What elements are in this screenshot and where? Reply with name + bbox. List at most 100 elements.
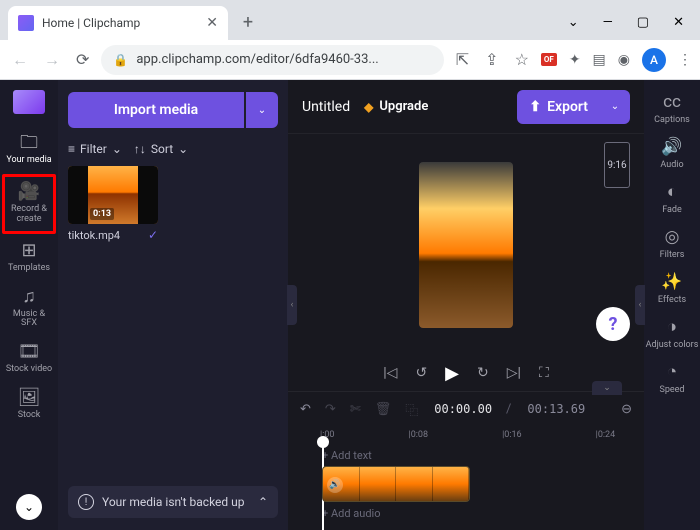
timeline: ↶ ↷ ✄ 🗑 ⿻ 00:00.00 / 00:13.69 ⊖ |:00 |0:… (288, 391, 644, 530)
lock-icon: 🔒 (113, 53, 128, 67)
sort-button[interactable]: ↑↓Sort⌄ (134, 142, 188, 156)
chevron-down-icon: ⌄ (178, 142, 188, 156)
filter-button[interactable]: ≡Filter⌄ (68, 142, 122, 156)
export-button[interactable]: ⬆ Export (517, 90, 600, 124)
tool-audio[interactable]: 🔊Audio (660, 137, 683, 170)
tool-fade[interactable]: ◐Fade (662, 182, 682, 215)
install-app-icon[interactable]: ⇱ (452, 46, 473, 73)
chrome-tab-strip: Home | Clipchamp ✕ + ⌄ — ▢ ✕ (0, 0, 700, 40)
upgrade-button[interactable]: ◆ Upgrade (364, 99, 428, 114)
delete-icon[interactable]: 🗑 (375, 402, 392, 417)
forward-icon[interactable]: → (40, 46, 64, 74)
undo-icon[interactable]: ↶ (300, 402, 311, 417)
tool-effects[interactable]: ✨Effects (658, 272, 686, 305)
adjust-icon: ◑ (667, 317, 677, 337)
new-tab-button[interactable]: + (234, 8, 262, 36)
clip-thumbnail: 0:13 (68, 166, 158, 224)
split-icon[interactable]: ✄ (350, 402, 361, 417)
minimize-icon[interactable]: — (603, 15, 613, 30)
aspect-ratio-button[interactable]: 9:16 (604, 142, 630, 188)
skip-end-icon[interactable]: ▷| (507, 365, 521, 381)
tab-close-icon[interactable]: ✕ (206, 15, 218, 31)
add-text-track[interactable]: + Add text (322, 444, 644, 466)
preview-area: 9:16 ? (288, 134, 644, 355)
rail-stock-video[interactable]: 🎞 Stock video (2, 337, 56, 381)
rail-your-media[interactable]: 🗀 Your media (2, 128, 56, 172)
backup-notice[interactable]: ! Your media isn't backed up ⌃ (68, 486, 278, 518)
rail-record-create[interactable]: 🎥 Record & create (2, 174, 56, 234)
window-controls: ⌄ — ▢ ✕ (568, 15, 700, 40)
filters-icon: ◎ (665, 227, 680, 247)
skip-start-icon[interactable]: |◁ (383, 365, 397, 381)
redo-icon[interactable]: ↷ (325, 402, 336, 417)
import-media-button[interactable]: Import media (68, 92, 244, 128)
rail-music[interactable]: ♫ Music & SFX (2, 282, 56, 336)
filter-icon: ≡ (68, 142, 75, 156)
profile-avatar[interactable]: A (642, 48, 666, 72)
video-track[interactable]: 🔊 (322, 466, 644, 502)
fade-icon: ◐ (667, 182, 677, 202)
export-caret[interactable]: ⌄ (600, 90, 630, 124)
forward-5-icon[interactable]: ↻ (477, 365, 489, 381)
media-clip[interactable]: 0:13 tiktok.mp4 ✓ (68, 166, 158, 242)
timeline-toolbar: ↶ ↷ ✄ 🗑 ⿻ 00:00.00 / 00:13.69 ⊖ (288, 392, 644, 426)
extensions-icon[interactable]: ✦ (569, 52, 581, 68)
timeline-tracks[interactable]: + Add text 🔊 + Add audio (288, 444, 644, 530)
media-panel: Import media ⌄ ≡Filter⌄ ↑↓Sort⌄ 0:13 tik… (58, 80, 288, 530)
speaker-icon[interactable]: 🔊 (327, 477, 343, 493)
info-icon: ! (78, 494, 94, 510)
rail-scroll-down[interactable]: ⌄ (16, 494, 42, 520)
camera-icon: 🎥 (18, 183, 40, 201)
clip-duration: 0:13 (90, 208, 114, 220)
tab-title: Home | Clipchamp (42, 16, 140, 30)
speed-icon: ◔ (667, 362, 677, 382)
extension-generic-icon[interactable]: ▤ (593, 52, 606, 68)
play-icon[interactable]: ▶ (445, 363, 459, 384)
reload-icon[interactable]: ⟳ (72, 46, 93, 73)
tool-speed[interactable]: ◔Speed (659, 362, 684, 395)
tool-adjust-colors[interactable]: ◑Adjust colors (646, 317, 699, 350)
help-button[interactable]: ? (596, 307, 630, 341)
fullscreen-icon[interactable]: ⛶ (539, 365, 549, 381)
project-title[interactable]: Untitled (302, 99, 350, 115)
tool-captions[interactable]: ccCaptions (654, 92, 690, 125)
rail-stock[interactable]: 🖼 Stock (2, 383, 56, 427)
rail-templates[interactable]: ⊞ Templates (2, 236, 56, 280)
kebab-menu-icon[interactable]: ⋮ (678, 52, 692, 68)
tool-filters[interactable]: ◎Filters (660, 227, 685, 260)
share-icon[interactable]: ⇪ (481, 46, 502, 73)
upload-icon: ⬆ (529, 99, 541, 115)
extension-shield-icon[interactable]: ◉ (618, 52, 630, 68)
back-icon[interactable]: ← (8, 46, 32, 74)
url-bar[interactable]: 🔒 app.clipchamp.com/editor/6dfa9460-33..… (101, 45, 443, 75)
captions-icon: cc (663, 92, 681, 112)
rewind-5-icon[interactable]: ↺ (415, 365, 427, 381)
editor: ‹ ‹ Untitled ◆ Upgrade ⬆ Export ⌄ 9:16 ? (288, 80, 644, 530)
add-audio-track[interactable]: + Add audio (322, 502, 644, 524)
chrome-toolbar: ← → ⟳ 🔒 app.clipchamp.com/editor/6dfa946… (0, 40, 700, 80)
timeline-ruler[interactable]: |:00 |0:08 |0:16 |0:24 (288, 426, 644, 444)
maximize-icon[interactable]: ▢ (637, 15, 649, 30)
expand-timeline[interactable]: ⌄ (592, 381, 622, 395)
sort-icon: ↑↓ (134, 142, 146, 156)
film-icon: 🎞 (18, 343, 41, 361)
editor-topbar: Untitled ◆ Upgrade ⬆ Export ⌄ (288, 80, 644, 134)
zoom-out-icon[interactable]: ⊖ (621, 402, 632, 417)
tools-rail: ccCaptions 🔊Audio ◐Fade ◎Filters ✨Effect… (644, 80, 700, 530)
folder-icon: 🗀 (20, 134, 38, 152)
timeline-clip[interactable]: 🔊 (322, 466, 470, 502)
chevron-down-icon[interactable]: ⌄ (568, 15, 579, 30)
video-preview[interactable] (419, 162, 513, 328)
templates-icon: ⊞ (21, 242, 36, 260)
clip-added-icon: ✓ (148, 228, 158, 242)
duplicate-icon[interactable]: ⿻ (405, 400, 418, 419)
chevron-down-icon: ⌄ (112, 142, 122, 156)
import-media-caret[interactable]: ⌄ (246, 92, 278, 128)
extension-of-icon[interactable]: OF (541, 53, 557, 66)
browser-tab[interactable]: Home | Clipchamp ✕ (8, 6, 228, 40)
gem-icon: ◆ (364, 100, 373, 114)
playback-controls: |◁ ↺ ▶ ↻ ▷| ⛶ ⌄ (288, 355, 644, 391)
bookmark-icon[interactable]: ☆ (511, 46, 533, 73)
close-window-icon[interactable]: ✕ (673, 15, 684, 30)
app-logo-icon[interactable] (13, 90, 45, 114)
